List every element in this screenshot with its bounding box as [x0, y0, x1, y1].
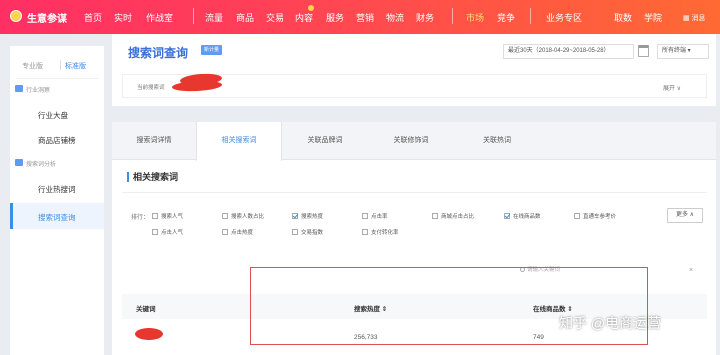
- filter-click-heat[interactable]: 点击热度: [222, 228, 253, 236]
- filter-search-popularity[interactable]: 搜索人气: [152, 212, 183, 220]
- expand-label: 展开: [663, 86, 676, 92]
- edition-divider: [60, 60, 61, 70]
- nav-trade[interactable]: 交易: [266, 11, 284, 24]
- checkbox[interactable]: [362, 229, 368, 235]
- expand-toggle[interactable]: 展开 ∨: [663, 83, 681, 92]
- checkbox-checked[interactable]: [292, 213, 298, 219]
- rank-label: 排行：: [131, 215, 150, 221]
- nav-warroom[interactable]: 作战室: [146, 11, 173, 24]
- filter-search-heat[interactable]: 搜索热度: [292, 212, 323, 220]
- section-title: 相关搜索词: [127, 172, 178, 182]
- nav-compete[interactable]: 竞争: [497, 11, 515, 24]
- checkbox[interactable]: [222, 213, 228, 219]
- nav-divider: [452, 8, 453, 24]
- edition-standard-tab[interactable]: 标准版: [65, 61, 86, 71]
- sidebar-item-shop-rank[interactable]: 商品店铺榜: [38, 135, 76, 146]
- column-keyword: 关键词: [136, 306, 156, 313]
- search-analysis-icon: [15, 159, 23, 166]
- nav-messages[interactable]: ▦ 消息: [683, 13, 706, 23]
- nav-market[interactable]: 市场: [466, 11, 484, 24]
- filter-mall-click-ratio[interactable]: 商城点击占比: [432, 212, 474, 220]
- filter-label: 搜索人数占比: [231, 214, 265, 220]
- tab-brand-words[interactable]: 关联品牌词: [282, 122, 368, 160]
- filter-label: 商城点击占比: [441, 214, 475, 220]
- nav-divider: [193, 8, 194, 24]
- nav-products[interactable]: 商品: [236, 11, 254, 24]
- terminal-select[interactable]: 所有终端 ▾: [657, 44, 709, 59]
- filter-label: 支付转化率: [371, 230, 399, 236]
- checkbox[interactable]: [222, 229, 228, 235]
- brand-logo-icon: [10, 10, 22, 22]
- clear-search-icon[interactable]: ×: [689, 263, 693, 278]
- filter-online-goods[interactable]: 在线商品数: [504, 212, 541, 220]
- sidebar-item-hot-words[interactable]: 行业热搜词: [38, 184, 76, 195]
- sidebar: 专业版 标准版 行业洞察 行业大盘 商品店铺榜 搜索词分析 行业热搜词 搜索词查…: [10, 46, 104, 355]
- filter-ztc-price[interactable]: 直通车参考价: [574, 212, 616, 220]
- messages-label: 消息: [691, 15, 706, 22]
- filter-label: 交易指数: [301, 230, 324, 236]
- nav-logistics[interactable]: 物流: [386, 11, 404, 24]
- industry-insight-icon: [15, 85, 23, 92]
- edition-pro-tab[interactable]: 专业版: [22, 61, 43, 71]
- filter-label: 点击率: [371, 214, 388, 220]
- filter-search-people-ratio[interactable]: 搜索人数占比: [222, 212, 264, 220]
- sidebar-item-search-query[interactable]: 搜索词查询: [38, 212, 76, 223]
- tab-related-words[interactable]: 相关搜索词: [196, 122, 282, 161]
- filter-click-rate[interactable]: 点击率: [362, 212, 388, 220]
- more-filters-button[interactable]: 更多 ∧: [667, 208, 703, 223]
- brand-name[interactable]: 生意参谋: [27, 10, 67, 25]
- filter-trade-index[interactable]: 交易指数: [292, 228, 323, 236]
- nav-business-zone[interactable]: 业务专区: [546, 11, 582, 24]
- nav-traffic[interactable]: 流量: [205, 11, 223, 24]
- filter-label: 点击人气: [161, 230, 184, 236]
- checkbox[interactable]: [152, 213, 158, 219]
- date-range-selector[interactable]: 最近30天（2018-04-29~2018-05-28）: [503, 44, 634, 59]
- nav-content[interactable]: 内容: [295, 11, 313, 24]
- more-label: 更多: [675, 212, 688, 218]
- filter-label: 点击热度: [231, 230, 254, 236]
- new-metric-badge: 新计量: [201, 45, 223, 55]
- redacted-keyword-cell: [135, 328, 163, 340]
- filter-label: 直通车参考价: [583, 214, 617, 220]
- nav-data-fetch[interactable]: 取数: [614, 11, 632, 24]
- calendar-icon[interactable]: [638, 45, 649, 57]
- checkbox-checked[interactable]: [504, 213, 510, 219]
- nav-divider: [530, 8, 531, 24]
- top-nav-bar: 生意参谋 首页 实时 作战室 流量 商品 交易 内容 服务 营销 物流 财务 市…: [0, 0, 720, 34]
- checkbox[interactable]: [574, 213, 580, 219]
- nav-service[interactable]: 服务: [326, 11, 344, 24]
- tab-keyword-detail[interactable]: 搜索词详情: [112, 122, 196, 160]
- notification-dot-icon: [308, 5, 314, 11]
- filter-label: 搜索人气: [161, 214, 184, 220]
- query-header-panel: 搜索词查询 新计量 最近30天（2018-04-29~2018-05-28） 所…: [112, 34, 716, 106]
- annotation-highlight-box: [250, 267, 648, 345]
- sidebar-divider: [16, 78, 98, 79]
- filter-click-popularity[interactable]: 点击人气: [152, 228, 183, 236]
- checkbox[interactable]: [432, 213, 438, 219]
- checkbox[interactable]: [152, 229, 158, 235]
- nav-realtime[interactable]: 实时: [114, 11, 132, 24]
- filter-pay-conversion[interactable]: 支付转化率: [362, 228, 399, 236]
- tab-modifier-words[interactable]: 关联修饰词: [368, 122, 454, 160]
- nav-finance[interactable]: 财务: [416, 11, 434, 24]
- tab-hot-words[interactable]: 关联热词: [454, 122, 540, 160]
- sidebar-active-bar: [10, 203, 13, 229]
- checkbox[interactable]: [292, 229, 298, 235]
- page-title: 搜索词查询: [128, 46, 189, 60]
- filter-label: 搜索热度: [301, 214, 324, 220]
- sidebar-item-industry-overview[interactable]: 行业大盘: [38, 110, 68, 121]
- sidebar-group-search: 搜索词分析: [26, 162, 57, 168]
- watermark-text: 知乎 @电商运营: [559, 315, 662, 331]
- current-keyword-label: 当前搜索词: [137, 85, 165, 91]
- nav-academy[interactable]: 学院: [644, 11, 662, 24]
- sidebar-group-industry: 行业洞察: [26, 88, 51, 94]
- nav-home[interactable]: 首页: [84, 11, 102, 24]
- filter-label: 在线商品数: [513, 214, 541, 220]
- nav-marketing[interactable]: 营销: [356, 11, 374, 24]
- checkbox[interactable]: [362, 213, 368, 219]
- terminal-select-label: 所有终端: [662, 48, 687, 54]
- section-divider: [122, 192, 707, 193]
